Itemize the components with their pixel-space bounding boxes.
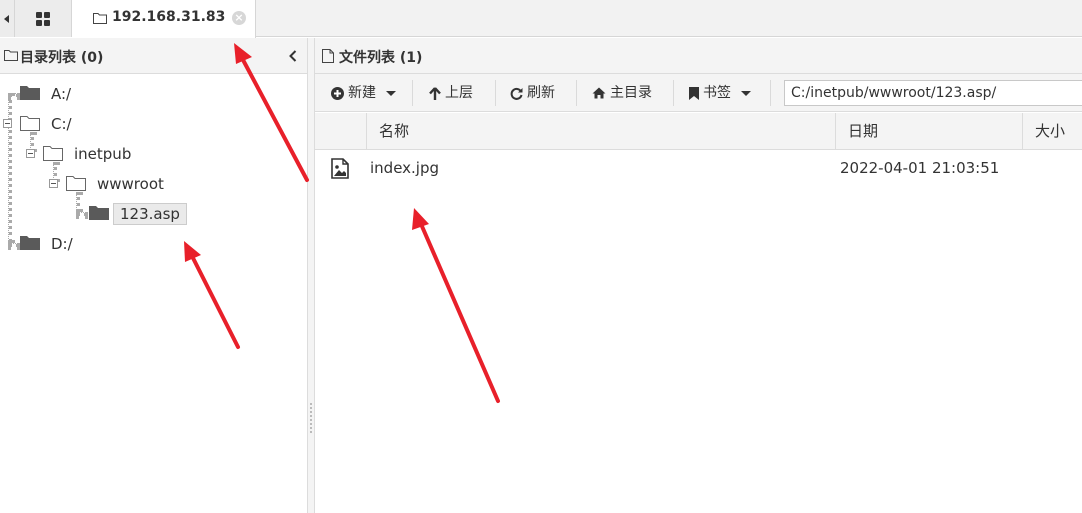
refresh-button[interactable]: 刷新	[510, 80, 555, 106]
tab-home[interactable]	[15, 0, 72, 37]
bookmark-icon	[689, 86, 699, 100]
tree-node-a-drive[interactable]: A:/	[0, 82, 120, 106]
file-toolbar: 新建 上层 刷新 主目录 书签	[315, 74, 1082, 112]
tree-node-d-drive[interactable]: D:/	[0, 232, 120, 256]
grid-icon	[36, 12, 50, 26]
tree-node-c-drive[interactable]: C:/	[0, 112, 120, 136]
tree-node-label: 123.asp	[113, 203, 187, 225]
folder-open-icon	[43, 146, 63, 161]
file-panel-header: 文件列表 (1)	[315, 38, 1082, 74]
tree-node-label: A:/	[51, 85, 72, 103]
folder-open-icon	[66, 176, 86, 191]
folder-icon	[20, 86, 40, 100]
tab-label: 192.168.31.83	[112, 9, 226, 25]
file-grid-header: 名称 日期 大小	[315, 113, 1082, 150]
directory-panel-title: 目录列表 (0)	[20, 50, 104, 66]
up-level-label: 上层	[445, 85, 473, 101]
file-icon	[322, 49, 334, 63]
column-header-date[interactable]: 日期	[836, 113, 1023, 150]
collapse-toggle-icon[interactable]	[49, 179, 58, 188]
tree-node-123-asp[interactable]: 123.asp	[0, 202, 200, 226]
column-header-name[interactable]: 名称	[367, 113, 836, 150]
image-file-icon	[331, 158, 349, 179]
tree-node-label: C:/	[51, 115, 72, 133]
tab-scroll-left-button[interactable]	[0, 0, 15, 37]
panel-splitter[interactable]	[307, 38, 315, 513]
folder-open-icon	[20, 116, 40, 131]
folder-icon	[93, 13, 107, 24]
file-date-cell: 2022-04-01 21:03:51	[840, 159, 1000, 177]
directory-panel-header: 目录列表 (0)	[0, 38, 307, 74]
column-header-size[interactable]: 大小	[1023, 113, 1082, 150]
file-panel-title: 文件列表 (1)	[339, 50, 423, 66]
up-level-button[interactable]: 上层	[429, 80, 473, 106]
file-name-cell[interactable]: index.jpg	[370, 151, 439, 185]
new-button[interactable]: 新建	[331, 80, 396, 106]
home-icon	[592, 87, 606, 99]
bookmark-button[interactable]: 书签	[689, 80, 751, 106]
tree-node-wwwroot[interactable]: wwwroot	[0, 172, 180, 196]
home-button[interactable]: 主目录	[592, 80, 652, 106]
chevron-left-icon[interactable]	[289, 50, 297, 62]
collapse-toggle-icon[interactable]	[26, 149, 35, 158]
select-column-header	[315, 113, 367, 150]
chevron-down-icon	[741, 90, 751, 96]
table-row[interactable]: index.jpg 2022-04-01 21:03:51	[315, 151, 1082, 185]
caret-left-icon	[4, 15, 9, 23]
tree-node-label: wwwroot	[97, 175, 164, 193]
chevron-down-icon	[386, 90, 396, 96]
tree-node-inetpub[interactable]: inetpub	[0, 142, 150, 166]
close-icon[interactable]: ×	[232, 11, 246, 25]
folder-icon	[20, 236, 40, 250]
folder-icon	[89, 206, 109, 220]
refresh-icon	[510, 87, 523, 100]
directory-panel: 目录列表 (0) A:/ C:/ inetpub wwwroot 123.asp…	[0, 38, 307, 513]
plus-circle-icon	[331, 86, 344, 100]
tree-node-label: D:/	[51, 235, 73, 253]
arrow-up-icon	[429, 86, 441, 100]
new-button-label: 新建	[348, 85, 376, 101]
tab-connection[interactable]: 192.168.31.83 ×	[72, 0, 256, 38]
bookmark-label: 书签	[703, 85, 731, 101]
refresh-label: 刷新	[527, 85, 555, 101]
file-panel: 文件列表 (1) 新建 上层 刷新 主目录 书签 C:/inetpub/wwwr…	[315, 38, 1082, 513]
tab-bar: 192.168.31.83 ×	[0, 0, 1082, 38]
path-input[interactable]	[784, 80, 1082, 106]
home-label: 主目录	[610, 85, 652, 101]
collapse-toggle-icon[interactable]	[3, 119, 12, 128]
folder-icon	[4, 50, 18, 61]
tree-node-label: inetpub	[74, 145, 132, 163]
